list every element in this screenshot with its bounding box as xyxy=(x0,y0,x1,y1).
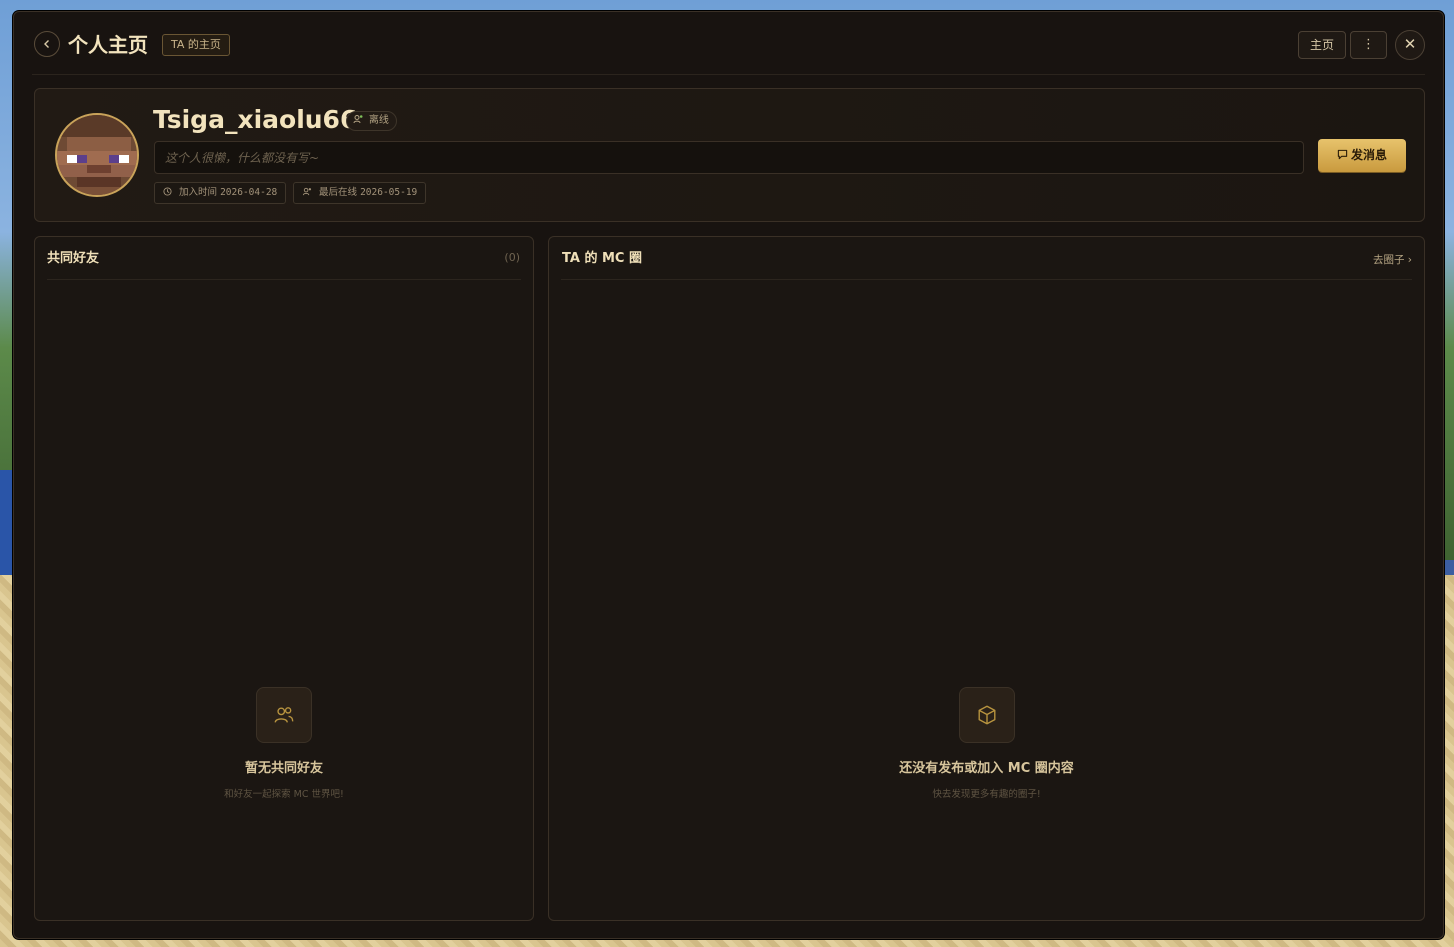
mc-circle-empty-subtitle: 快去发现更多有趣的圈子! xyxy=(932,789,1041,800)
page-tag: TA 的主页 xyxy=(162,34,230,56)
last-online-label: 最后在线 xyxy=(319,187,358,198)
profile-window: 个人主页 TA 的主页 主页 ⋮ ✕ Tsiga_xiaolu66 离线 这个人… xyxy=(13,11,1444,939)
joined-date: 2026-04-28 xyxy=(220,187,278,198)
close-button[interactable]: ✕ xyxy=(1395,30,1425,60)
mutual-friends-empty-title: 暂无共同好友 xyxy=(244,761,323,776)
page-title: 个人主页 xyxy=(68,33,148,57)
mc-circle-empty-title: 还没有发布或加入 MC 圈内容 xyxy=(899,761,1074,776)
profile-card: Tsiga_xiaolu66 离线 发消息 加入时间 xyxy=(34,88,1425,222)
last-online-chip: 最后在线 2026-05-19 xyxy=(293,182,427,204)
last-online-date: 2026-05-19 xyxy=(360,187,418,198)
status-badge: 离线 xyxy=(346,111,397,131)
message-icon xyxy=(1337,149,1348,160)
home-button[interactable]: 主页 xyxy=(1298,31,1346,59)
avatar[interactable] xyxy=(55,113,139,197)
status-text: 离线 xyxy=(368,115,389,126)
mutual-friends-count: (0) xyxy=(504,251,520,264)
mutual-friends-empty-subtitle: 和好友一起探索 MC 世界吧! xyxy=(224,789,344,800)
bio-input[interactable] xyxy=(154,141,1304,174)
close-icon: ✕ xyxy=(1403,35,1417,53)
chevron-left-icon xyxy=(44,40,49,48)
back-button[interactable] xyxy=(34,31,60,57)
titlebar: 个人主页 TA 的主页 主页 ⋮ ✕ xyxy=(32,29,1425,75)
user-online-icon xyxy=(302,187,315,198)
users-icon xyxy=(256,687,312,743)
mutual-friends-panel: 共同好友 (0) 暂无共同好友 和好友一起探索 MC 世界吧! xyxy=(34,236,534,921)
more-options-button[interactable]: ⋮ xyxy=(1350,31,1387,59)
mutual-friends-header: 共同好友 (0) xyxy=(47,237,521,280)
joined-label: 加入时间 xyxy=(179,187,218,198)
clock-icon xyxy=(163,187,175,198)
more-vertical-icon: ⋮ xyxy=(1362,37,1375,52)
mutual-friends-title: 共同好友 xyxy=(47,251,100,266)
username: Tsiga_xiaolu66 xyxy=(153,105,358,134)
mc-circle-title: TA 的 MC 圈 xyxy=(562,251,642,266)
user-status-icon xyxy=(353,115,366,126)
go-to-circles-link[interactable]: 去圈子 › xyxy=(1373,252,1412,267)
cube-icon xyxy=(958,687,1015,743)
mc-circle-panel: TA 的 MC 圈 去圈子 › 还没有发布或加入 MC 圈内容 快去发现更多有趣… xyxy=(548,236,1425,921)
send-message-button[interactable]: 发消息 xyxy=(1318,139,1406,172)
send-message-label: 发消息 xyxy=(1350,148,1387,162)
mc-circle-header: TA 的 MC 圈 去圈子 › xyxy=(561,237,1412,280)
mc-circle-empty-state: 还没有发布或加入 MC 圈内容 快去发现更多有趣的圈子! xyxy=(549,687,1424,800)
joined-date-chip: 加入时间 2026-04-28 xyxy=(154,182,287,204)
mutual-friends-empty-state: 暂无共同好友 和好友一起探索 MC 世界吧! xyxy=(35,687,533,800)
